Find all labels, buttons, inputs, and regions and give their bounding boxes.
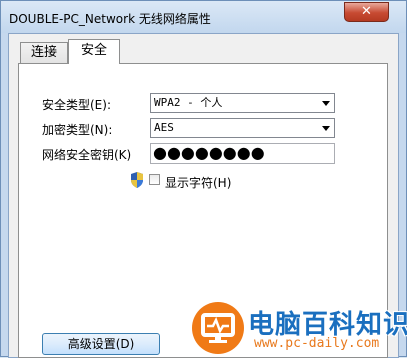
monitor-logo-icon [192,302,244,354]
watermark: 电脑百科知识 www.pc-daily.com [190,298,407,358]
close-button[interactable]: ✕ [344,2,389,22]
watermark-url: www.pc-daily.com [254,336,380,351]
chevron-down-icon [322,126,330,131]
tab-security[interactable]: 安全 [68,39,120,64]
close-icon: ✕ [361,4,372,19]
title-bar[interactable]: DOUBLE-PC_Network 无线网络属性 ✕ [1,1,406,33]
advanced-settings-label: 高级设置(D) [67,337,135,351]
security-key-input[interactable]: ●●●●●●●● [150,143,335,164]
chevron-down-icon [322,101,330,106]
show-characters-checkbox[interactable] [149,174,160,185]
properties-window: DOUBLE-PC_Network 无线网络属性 ✕ 连接 安全 安全类型(E)… [0,0,407,358]
encryption-type-select[interactable]: AES [150,118,335,138]
tab-connection-label: 连接 [30,45,57,60]
encryption-type-value: AES [154,121,174,134]
encryption-type-label: 加密类型(N): [42,123,113,137]
tab-connection[interactable]: 连接 [20,42,68,63]
tab-security-label: 安全 [80,43,107,58]
window-title: DOUBLE-PC_Network 无线网络属性 [9,12,211,26]
advanced-settings-button[interactable]: 高级设置(D) [42,333,160,355]
security-key-label: 网络安全密钥(K) [42,148,132,162]
security-type-label: 安全类型(E): [42,98,111,112]
uac-shield-icon [131,172,143,188]
security-type-select[interactable]: WPA2 - 个人 [150,93,335,113]
show-characters-label[interactable]: 显示字符(H) [165,174,231,191]
security-type-value: WPA2 - 个人 [154,96,223,109]
